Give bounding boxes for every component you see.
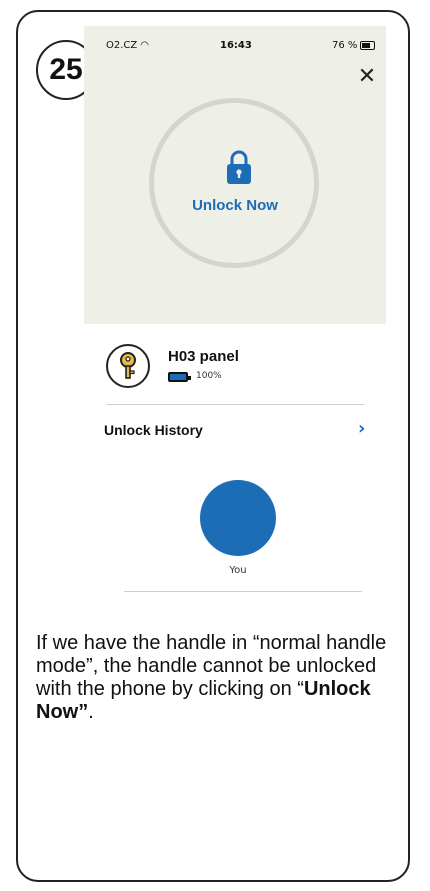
- lock-icon: [227, 150, 251, 184]
- user-label: You: [229, 565, 247, 576]
- carrier-text: O2.CZ: [106, 40, 138, 51]
- wifi-icon: ◠: [140, 40, 149, 51]
- user-avatar[interactable]: [200, 480, 276, 556]
- clock: 16:43: [220, 40, 252, 51]
- key-icon: [120, 352, 136, 379]
- device-card: H03 panel 100% Unlock History › You: [84, 324, 386, 597]
- close-icon[interactable]: ✕: [356, 66, 378, 88]
- carrier-label: O2.CZ ◠: [106, 40, 149, 51]
- divider: [106, 404, 364, 405]
- key-avatar: [106, 344, 150, 388]
- battery-status: 76 %: [332, 40, 376, 51]
- step-frame: 25 O2.CZ ◠ 16:43 76 % ✕ Unlock Now H03 p…: [16, 10, 410, 882]
- status-bar: O2.CZ ◠ 16:43 76 %: [84, 40, 386, 58]
- battery-icon: [360, 40, 376, 50]
- divider: [124, 591, 362, 592]
- phone-screenshot: O2.CZ ◠ 16:43 76 % ✕ Unlock Now H03 panel: [84, 26, 386, 597]
- unlock-history-link[interactable]: Unlock History: [104, 422, 203, 438]
- device-battery-level: 100%: [196, 371, 222, 381]
- battery-percent: 76 %: [332, 40, 358, 51]
- chevron-right-icon[interactable]: ›: [358, 420, 365, 438]
- instruction-caption: If we have the handle in “normal handle …: [36, 632, 416, 724]
- unlock-now-label[interactable]: Unlock Now: [84, 197, 386, 214]
- device-name: H03 panel: [168, 348, 239, 365]
- caption-end: .: [88, 701, 94, 723]
- device-battery-icon: [168, 372, 191, 382]
